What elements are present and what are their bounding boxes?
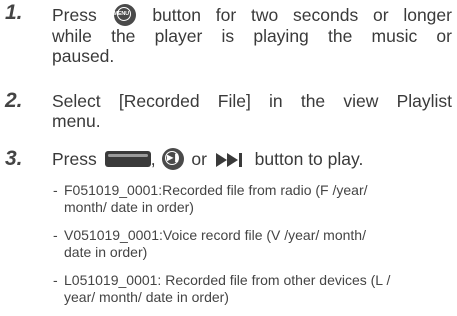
- step-3-tail: button to play.: [254, 149, 364, 169]
- step-1-line-2: while the player is playing the music or: [52, 26, 452, 46]
- step-3-line-1: Press, ▶❚ or button to play.: [52, 148, 452, 170]
- step-2-line-2: menu.: [52, 111, 101, 131]
- press-word: Press: [52, 5, 97, 25]
- step-text: Select [Recorded File] in the view Playl…: [52, 91, 452, 131]
- step-2-line-1: Select [Recorded File] in the view Playl…: [52, 91, 452, 111]
- note-item-1: - F051019_0001:Recorded file from radio …: [53, 182, 452, 216]
- step-number: 2.: [5, 89, 23, 112]
- comma: ,: [150, 149, 156, 169]
- step-1-line-1-rest: button for two seconds or longer: [152, 5, 452, 25]
- step-number: 3.: [5, 147, 23, 170]
- play-pause-button-icon: ▶❚: [162, 148, 185, 170]
- note-line: date in order): [64, 244, 148, 260]
- step-number: 1.: [5, 1, 23, 24]
- note-dash: -: [53, 227, 58, 243]
- menu-button-icon: MENU: [113, 4, 136, 26]
- note-dash: -: [53, 182, 58, 198]
- hold-bar-icon: [104, 151, 151, 167]
- note-line: month/ date in order): [64, 199, 194, 215]
- note-item-2: - V051019_0001:Voice record file (V /yea…: [53, 227, 452, 261]
- step-text: Press MENU button for two seconds or lon…: [52, 4, 452, 66]
- note-item-3: - L051019_0001: Recorded file from other…: [53, 272, 452, 306]
- fast-forward-icon: [215, 153, 242, 167]
- step-1-line-1: Press MENU button for two seconds or lon…: [52, 4, 452, 26]
- press-word: Press: [52, 149, 97, 169]
- step-1-line-3: paused.: [52, 46, 115, 66]
- note-line: year/ month/ date in order): [64, 289, 229, 305]
- step-text: Press, ▶❚ or button to play.: [52, 148, 452, 170]
- note-dash: -: [53, 272, 58, 288]
- or-word: or: [191, 149, 207, 169]
- note-line: L051019_0001: Recorded file from other d…: [64, 272, 391, 288]
- note-line: V051019_0001:Voice record file (V /year/…: [64, 227, 366, 243]
- note-line: F051019_0001:Recorded file from radio (F…: [64, 182, 368, 198]
